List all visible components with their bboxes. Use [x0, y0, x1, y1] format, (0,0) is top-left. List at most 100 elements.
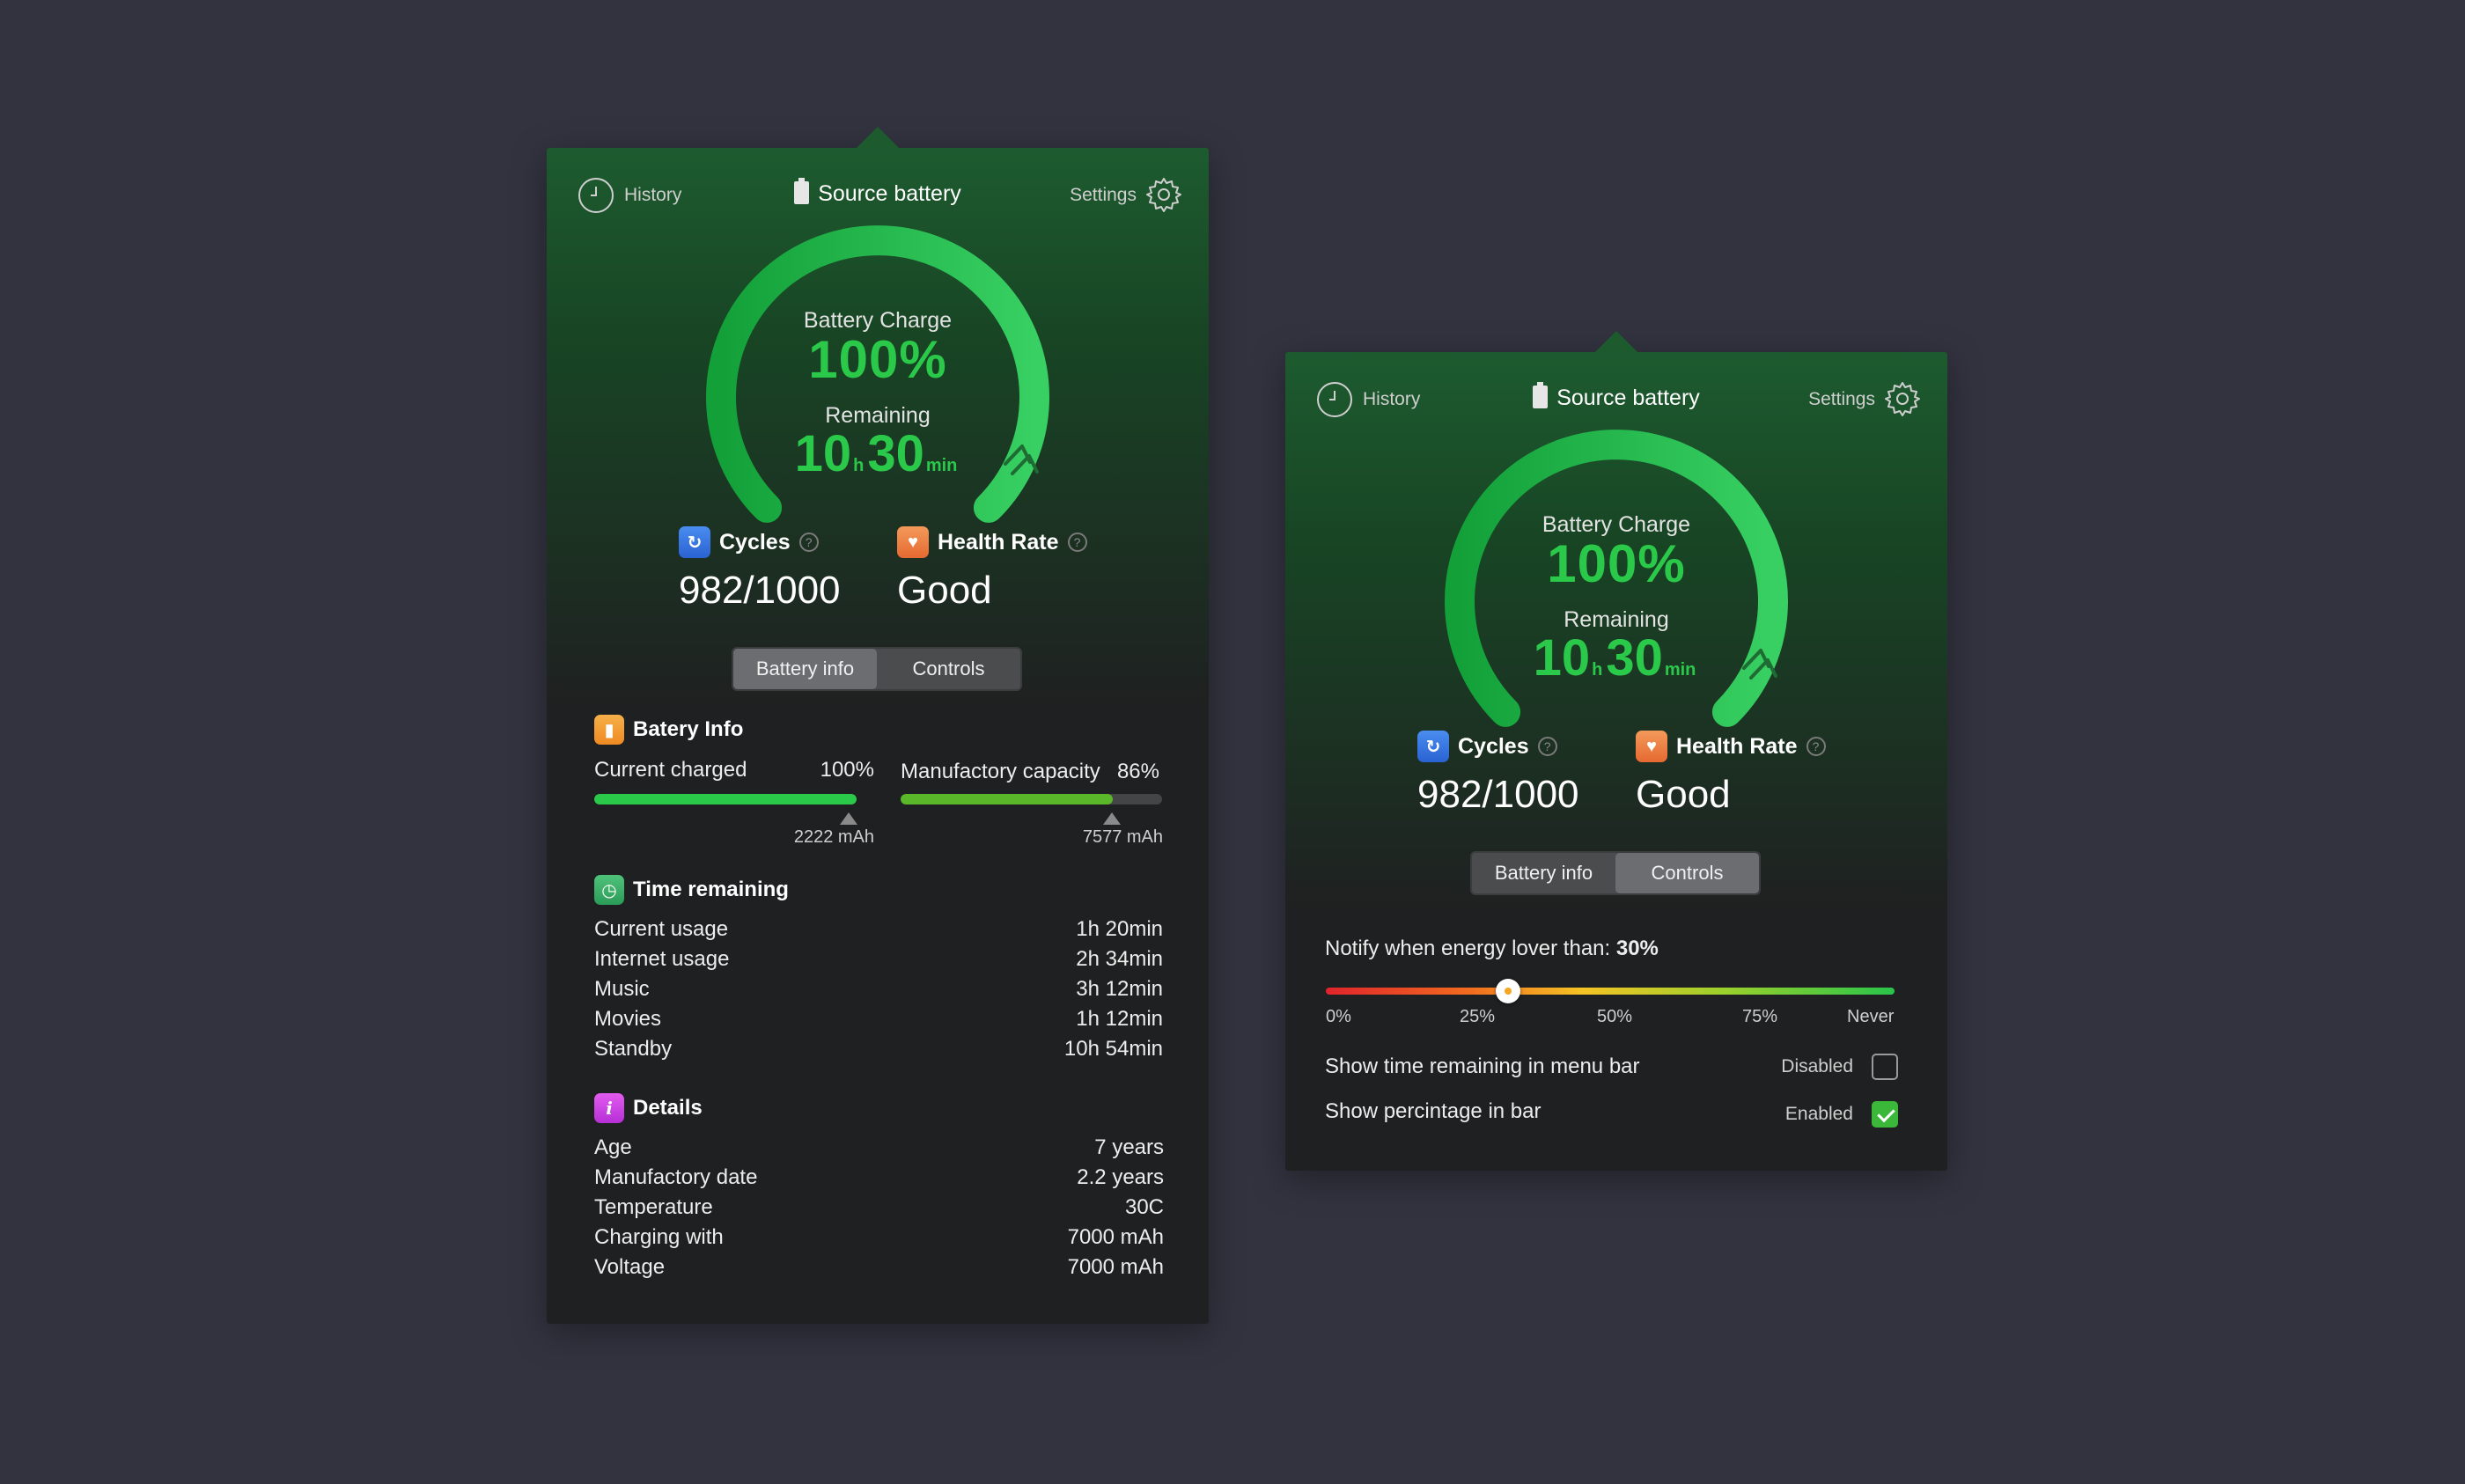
health-value: Good — [897, 569, 992, 612]
current-charged-bar — [594, 794, 857, 804]
details-title: Details — [633, 1096, 703, 1120]
list-item-label: Internet usage — [594, 947, 730, 971]
slider-handle[interactable] — [1495, 979, 1520, 1003]
battery-popover-info: History Source battery Settings Battery … — [547, 127, 1209, 1324]
tab-controls[interactable]: Controls — [1615, 853, 1759, 893]
health-label: Health Rate — [1676, 733, 1798, 759]
cycles-label: Cycles — [719, 529, 791, 555]
list-item-value: 1h 12min — [1076, 1007, 1163, 1031]
current-charged-fill — [594, 794, 857, 804]
current-charged-value: 100% — [820, 758, 874, 782]
list-item-value: 7000 mAh — [1067, 1225, 1164, 1249]
minutes-value: 30 — [1606, 629, 1663, 687]
show-time-label: Show time remaining in menu bar — [1325, 1054, 1640, 1078]
slider-tick: 0% — [1326, 1007, 1351, 1026]
notify-threshold-slider[interactable] — [1326, 988, 1895, 995]
battery-info-icon: ▮ — [594, 715, 624, 745]
marker-icon — [840, 812, 857, 825]
list-item-label: Current usage — [594, 917, 729, 941]
show-time-checkbox[interactable] — [1872, 1054, 1898, 1080]
battery-info-title: Batery Info — [633, 717, 744, 741]
popover-arrow — [857, 127, 899, 148]
list-item-value: 3h 12min — [1076, 977, 1163, 1001]
health-stat: ♥ Health Rate ? Good — [1636, 731, 1826, 817]
time-remaining-heading: ◷ Time remaining — [594, 875, 789, 905]
show-percentage-label: Show percintage in bar — [1325, 1099, 1542, 1123]
list-item-label: Temperature — [594, 1195, 713, 1219]
hours-value: 10 — [1533, 629, 1591, 687]
charge-value: 100% — [1547, 534, 1686, 593]
capacity-value: 86% — [1116, 760, 1159, 783]
list-item-value: 2h 34min — [1076, 947, 1163, 971]
charge-gauge: Battery Charge 100% Remaining 10 h30 min — [547, 148, 1209, 641]
marker-icon — [1103, 812, 1121, 825]
minutes-unit: min — [925, 456, 958, 475]
notify-threshold-label: Notify when energy lover than: 30% — [1325, 937, 1659, 961]
cycles-stat: ↻ Cycles ? 982/1000 — [1417, 731, 1579, 817]
popover-arrow — [1595, 331, 1637, 352]
slider-tick: 25% — [1460, 1007, 1496, 1026]
cycles-icon: ↻ — [679, 526, 710, 558]
info-icon: i — [594, 1093, 624, 1123]
hours-unit: h — [1592, 660, 1603, 680]
list-item-value: 10h 54min — [1063, 1037, 1163, 1061]
remaining-time: 10 h30 min — [1285, 628, 1947, 687]
cycles-label: Cycles — [1458, 733, 1529, 759]
list-item-label: Voltage — [594, 1255, 666, 1279]
list-item-value: 7 years — [1094, 1135, 1164, 1159]
notify-prefix: Notify when energy lover than: — [1325, 937, 1616, 960]
slider-tick: Never — [1847, 1007, 1895, 1026]
current-charged-mah: 2222 mAh — [793, 827, 874, 847]
battery-info-heading: ▮ Batery Info — [594, 715, 743, 745]
cycles-value: 982/1000 — [679, 569, 841, 612]
cycles-icon: ↻ — [1417, 731, 1449, 762]
list-item-label: Music — [594, 977, 650, 1001]
list-item-value: 30C — [1124, 1195, 1164, 1219]
gauge-ring — [706, 225, 1049, 523]
list-item-label: Age — [594, 1135, 632, 1159]
cycles-value: 982/1000 — [1417, 773, 1579, 816]
capacity-mah: 7577 mAh — [1082, 827, 1163, 847]
show-percentage-checkbox[interactable] — [1872, 1101, 1898, 1128]
list-item-label: Charging with — [594, 1225, 724, 1249]
list-item-label: Manufactory date — [594, 1165, 758, 1189]
view-segmented-control: Battery info Controls — [1470, 851, 1761, 895]
tab-battery-info[interactable]: Battery info — [733, 649, 877, 689]
list-item-value: 1h 20min — [1076, 917, 1163, 941]
show-time-state: Disabled — [1781, 1056, 1853, 1076]
help-icon[interactable]: ? — [1067, 533, 1087, 552]
battery-popover-controls: History Source battery Settings Battery … — [1285, 331, 1947, 1171]
help-icon[interactable]: ? — [1537, 737, 1557, 756]
list-item-value: 2.2 years — [1077, 1165, 1164, 1189]
tab-controls[interactable]: Controls — [877, 649, 1020, 689]
charge-value: 100% — [808, 330, 947, 389]
list-item-label: Standby — [594, 1037, 673, 1061]
health-value: Good — [1636, 773, 1731, 816]
tab-battery-info[interactable]: Battery info — [1472, 853, 1615, 893]
clock-icon: ◷ — [594, 875, 624, 905]
help-icon[interactable]: ? — [798, 533, 819, 552]
charge-gauge: Battery Charge 100% Remaining 10 h30 min — [1285, 352, 1947, 845]
hours-unit: h — [853, 456, 865, 475]
current-charged-label: Current charged — [594, 758, 747, 782]
show-percentage-state: Enabled — [1784, 1104, 1853, 1124]
remaining-time: 10 h30 min — [547, 424, 1209, 483]
list-item-label: Movies — [594, 1007, 662, 1031]
details-heading: i Details — [594, 1093, 703, 1123]
heart-icon: ♥ — [1636, 731, 1667, 762]
capacity-fill — [901, 794, 1113, 804]
slider-tick: 75% — [1742, 1007, 1778, 1026]
slider-tick: 50% — [1597, 1007, 1633, 1026]
minutes-unit: min — [1664, 660, 1696, 680]
notify-value: 30% — [1615, 937, 1659, 960]
cycles-stat: ↻ Cycles ? 982/1000 — [679, 526, 841, 613]
view-segmented-control: Battery info Controls — [732, 647, 1022, 691]
capacity-bar — [901, 794, 1162, 804]
minutes-value: 30 — [867, 425, 924, 482]
health-label: Health Rate — [938, 529, 1059, 555]
help-icon[interactable]: ? — [1806, 737, 1826, 756]
gauge-ring — [1445, 430, 1788, 727]
list-item-value: 7000 mAh — [1067, 1255, 1164, 1279]
hours-value: 10 — [794, 425, 852, 482]
heart-icon: ♥ — [897, 526, 929, 558]
